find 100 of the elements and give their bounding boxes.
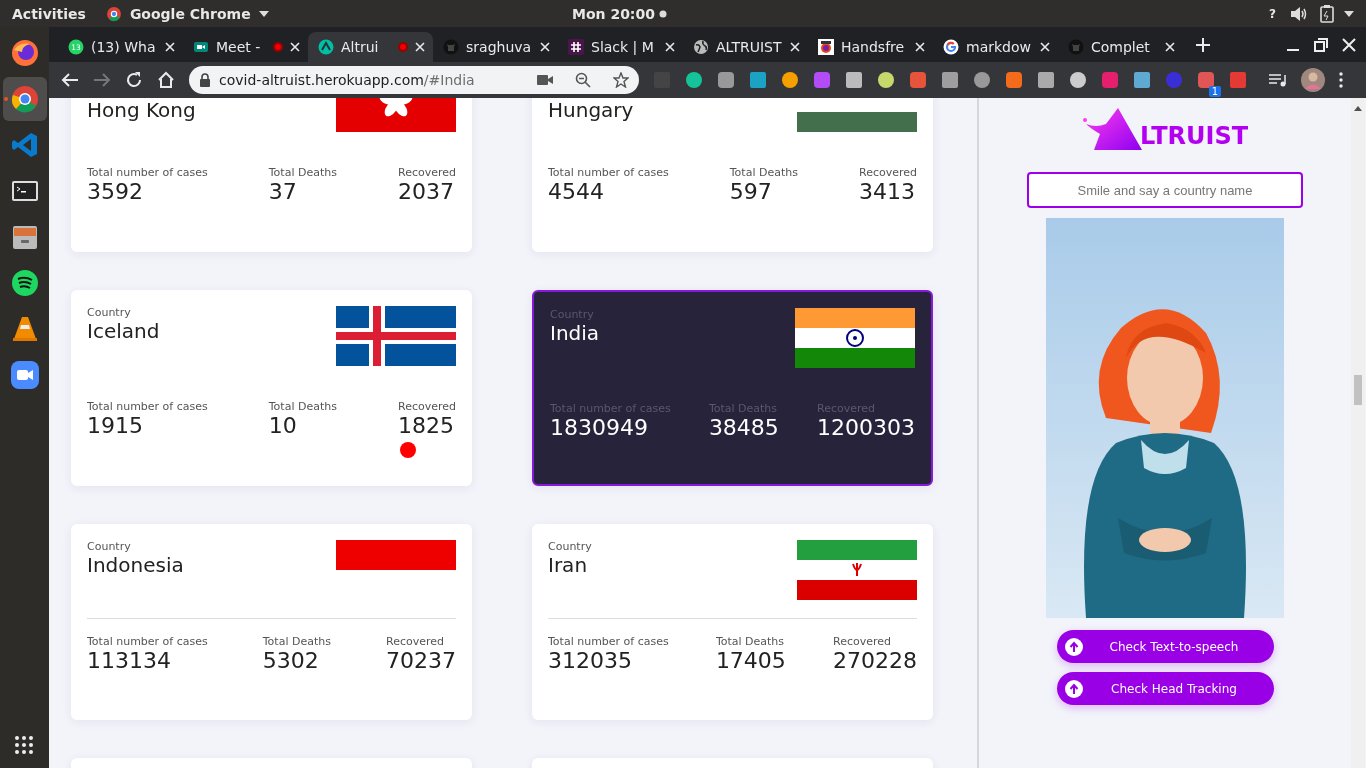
country-card[interactable]: Country Iran Total number of cases 312035 Total Deaths 17405 Recovered 270228 [532, 524, 933, 720]
browser-tab[interactable]: Altrui [308, 32, 433, 62]
stat-value: 3413 [859, 179, 916, 204]
caret-icon[interactable] [1344, 10, 1354, 17]
lock-icon[interactable] [199, 73, 211, 87]
camera-icon[interactable] [537, 74, 553, 86]
clock[interactable]: Mon 20:00 [572, 5, 655, 22]
reload-icon[interactable] [125, 71, 143, 89]
app-menu-title[interactable]: Google Chrome [129, 5, 251, 22]
check-button[interactable]: Check Head Tracking [1056, 672, 1274, 705]
address-bar[interactable]: covid-altruist.herokuapp.com/#India [189, 66, 639, 94]
media-queue-icon[interactable] [1269, 73, 1287, 87]
stat-value: 597 [729, 179, 773, 204]
close-icon[interactable] [540, 42, 550, 52]
extension-icon[interactable] [781, 71, 799, 89]
stat-label: Total Deaths [268, 400, 337, 413]
app-logo-icon [818, 39, 834, 55]
stat-value: 37 [268, 179, 298, 204]
close-icon[interactable] [290, 42, 300, 52]
country-label: Country [548, 540, 592, 553]
search-field[interactable]: Smile and say a country name [1027, 172, 1303, 208]
stat-value: 3592 [87, 179, 144, 204]
app-logo-icon [318, 39, 334, 55]
browser-tab[interactable]: markdow [933, 32, 1058, 62]
menu-icon[interactable] [1339, 72, 1343, 88]
restore-icon[interactable] [1314, 37, 1328, 52]
arrow-up-icon [1064, 637, 1083, 656]
scrollbar-thumb[interactable] [1354, 375, 1362, 405]
chrome-icon [105, 5, 122, 22]
close-icon[interactable] [1165, 42, 1175, 52]
profile-avatar-icon[interactable] [1301, 68, 1325, 92]
stat-label: Recovered [398, 166, 456, 179]
extension-icon[interactable] [941, 71, 959, 89]
browser-tab[interactable]: sraghuva [433, 32, 558, 62]
country-name: Iceland [87, 319, 160, 343]
extension-icon[interactable] [749, 71, 767, 89]
stat-value: 270228 [833, 648, 917, 673]
extension-icon[interactable] [1197, 71, 1215, 89]
close-icon[interactable] [165, 42, 175, 52]
google-icon [943, 39, 959, 55]
logo-text: LTRUIST [1139, 122, 1249, 150]
country-name: Indonesia [87, 553, 184, 577]
extension-icon[interactable] [1005, 71, 1023, 89]
browser-tab[interactable]: ALTRUIST [683, 32, 808, 62]
extension-icon[interactable] [877, 71, 895, 89]
country-card[interactable]: Hong Kong Total number of cases 3592 Total Deaths 37 Recovered 2037 [71, 98, 472, 252]
home-icon[interactable] [157, 71, 175, 89]
stat-value: 2037 [398, 179, 455, 204]
new-tab-icon[interactable] [1195, 36, 1211, 53]
video-camera-icon[interactable] [9, 360, 40, 390]
app-grid-icon[interactable] [14, 736, 35, 756]
activities-button[interactable]: Activities [12, 5, 86, 22]
extension-icon[interactable] [1133, 71, 1151, 89]
stat-value: 1915 [87, 413, 144, 438]
country-card[interactable]: Country Indonesia Total number of cases 113134 Total Deaths 5302 Recovered 70237 [71, 524, 472, 720]
caret-icon [258, 10, 269, 17]
close-icon[interactable] [790, 42, 800, 52]
stat-label: Total number of cases [87, 166, 208, 179]
browser-tab[interactable]: Meet - [183, 32, 308, 62]
bookmark-star-icon[interactable] [613, 72, 629, 88]
close-icon[interactable] [665, 42, 675, 52]
stat-label: Total Deaths [262, 635, 331, 648]
chrome-icon[interactable] [9, 84, 40, 114]
zoom-out-icon[interactable] [575, 72, 591, 88]
close-icon[interactable] [1040, 42, 1050, 52]
extension-icon[interactable] [845, 71, 863, 89]
stat-value: 1825 [398, 413, 455, 438]
extension-icon[interactable] [1037, 71, 1055, 89]
battery-icon[interactable] [1320, 4, 1334, 23]
country-card[interactable]: Country Iceland Total number of cases 1915 Total Deaths 10 Recovered 1825 [71, 290, 472, 486]
stat-label: Recovered [386, 635, 445, 648]
help-icon[interactable]: ? [1269, 6, 1276, 21]
stat-label: Total number of cases [87, 635, 208, 648]
browser-tab[interactable]: Slack | M [558, 32, 683, 62]
back-icon[interactable] [61, 72, 79, 88]
extension-icon[interactable] [973, 71, 991, 89]
close-icon[interactable] [415, 42, 425, 52]
volume-icon[interactable] [1290, 5, 1308, 22]
extension-icon[interactable] [717, 71, 735, 89]
extension-icon[interactable] [909, 71, 927, 89]
scrollbar[interactable] [1351, 98, 1365, 768]
code-editor-icon[interactable] [9, 130, 40, 160]
firefox-icon[interactable] [9, 38, 40, 68]
stat-label: Total number of cases [87, 400, 208, 413]
hash-icon [568, 39, 584, 55]
country-card[interactable]: Hungary Total number of cases 4544 Total Deaths 597 Recovered 3413 [532, 98, 933, 252]
extension-badge: 1 [1208, 86, 1221, 97]
stat-value: 10 [268, 413, 298, 438]
country-name: Iran [548, 553, 589, 577]
extension-icon[interactable] [685, 71, 703, 89]
extension-icon[interactable] [1069, 71, 1087, 89]
close-icon[interactable] [915, 42, 925, 52]
check-button[interactable]: Check Text-to-speech [1056, 630, 1274, 663]
country-name: Hungary [548, 98, 634, 122]
browser-tab[interactable]: Handsfre [808, 32, 933, 62]
stat-value: 17405 [715, 648, 786, 673]
close-icon[interactable] [1342, 37, 1356, 52]
music-app-icon[interactable] [9, 268, 40, 298]
stat-label: Recovered [833, 635, 893, 648]
browser-tab[interactable]: Complet [1058, 32, 1183, 62]
